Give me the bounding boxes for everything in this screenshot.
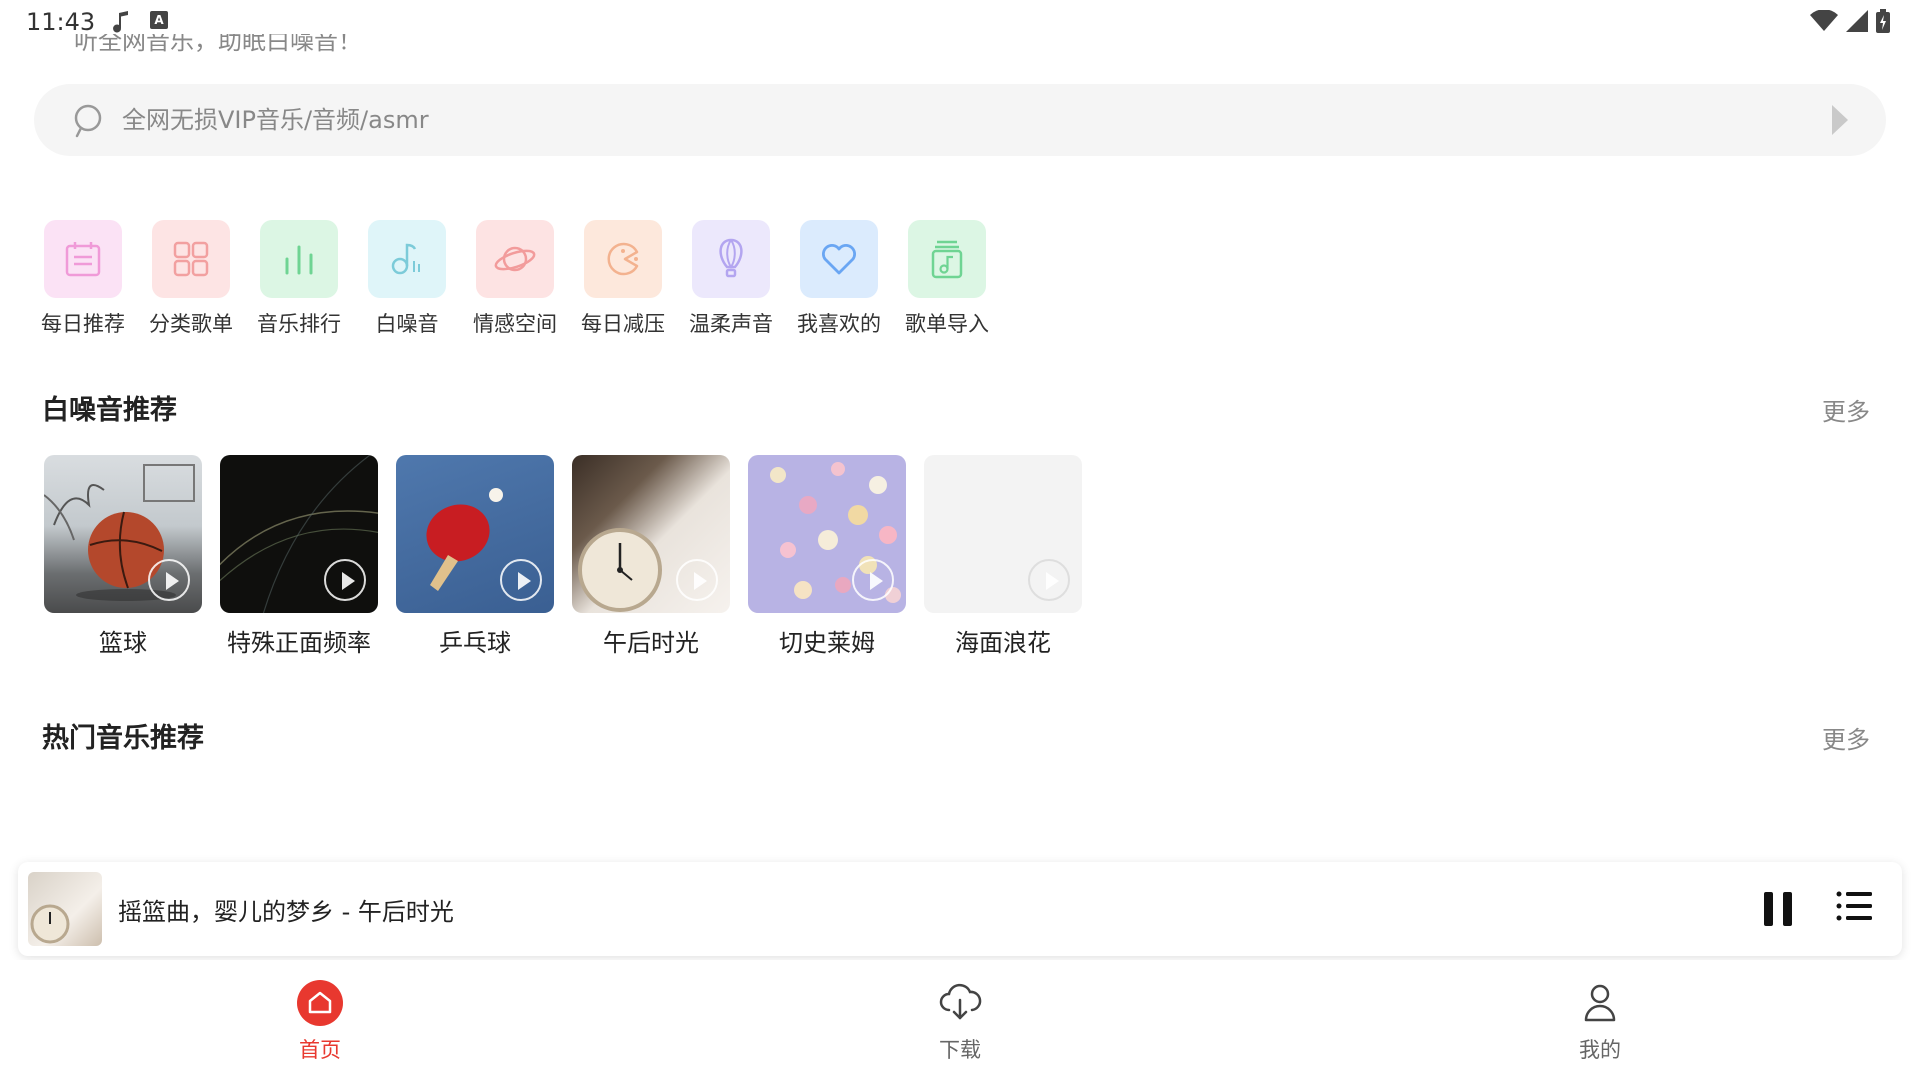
shortcut-tile [368,220,446,298]
alarm-clock-art [30,904,70,944]
shortcut-gentle-voice[interactable]: 温柔声音 [689,220,773,338]
balloon-icon [719,238,743,278]
status-time: 11:43 [26,8,96,36]
pause-button[interactable] [1764,892,1794,926]
nav-profile[interactable]: 我的 [1540,980,1660,1064]
play-icon [148,559,190,601]
shortcut-daily-recommend[interactable]: 每日推荐 [41,220,125,338]
shortcut-tile [692,220,770,298]
noise-card-label: 乒乓球 [439,629,511,657]
music-file-icon [931,240,963,279]
shortcut-label: 每日减压 [581,312,665,336]
nav-home[interactable]: 首页 [260,980,380,1064]
shortcut-label: 每日推荐 [41,312,125,336]
shortcut-label: 音乐排行 [257,312,341,336]
shortcut-my-favorites[interactable]: 我喜欢的 [797,220,881,338]
calendar-icon [65,242,101,277]
search-go-icon[interactable] [1832,105,1848,135]
user-icon [1584,984,1616,1022]
play-icon [500,559,542,601]
shortcut-tile [476,220,554,298]
shortcut-label: 分类歌单 [149,312,233,336]
shortcut-white-noise[interactable]: 白噪音 [368,220,446,338]
grid-icon [173,241,209,277]
nav-label: 下载 [939,1038,981,1062]
shortcut-tile [800,220,878,298]
shortcut-tile [44,220,122,298]
shortcut-label: 白噪音 [375,312,439,336]
noise-thumb [924,455,1082,613]
noise-card-special-frequency[interactable]: 特殊正面频率 [220,455,378,658]
status-icons [1810,8,1890,34]
noise-card-label: 篮球 [99,629,147,657]
noise-card-label: 切史莱姆 [779,629,875,657]
top-hint: 听全网音乐，助眠白噪音！ [74,34,362,55]
noise-thumb [44,455,202,613]
bars-icon [285,245,313,275]
hot-music-section-title: 热门音乐推荐 [42,723,204,754]
search-bar[interactable] [34,84,1886,156]
noise-thumb [748,455,906,613]
shortcut-label: 我喜欢的 [797,312,881,336]
shortcut-daily-destress[interactable]: 每日减压 [581,220,665,338]
bottom-nav: 首页 下载 我的 [0,960,1920,1080]
nav-label: 我的 [1579,1038,1621,1062]
wifi-icon [1810,10,1838,31]
search-input[interactable] [122,84,1722,156]
play-icon [676,559,718,601]
shortcut-label: 歌单导入 [905,312,989,336]
shortcut-label: 温柔声音 [689,312,773,336]
nav-label: 首页 [299,1038,341,1062]
music-note-icon [391,243,420,275]
hot-music-more-link[interactable]: 更多 [1822,720,1870,755]
noise-card-label: 海面浪花 [955,629,1051,657]
noise-thumb [572,455,730,613]
play-icon [324,559,366,601]
battery-icon [1876,9,1890,33]
shortcut-music-charts[interactable]: 音乐排行 [257,220,341,338]
noise-card-ping-pong[interactable]: 乒乓球 [396,455,554,658]
shortcut-label: 情感空间 [473,312,557,336]
keyboard-a-icon: A [150,11,168,29]
category-shortcuts: 每日推荐 分类歌单 音乐排行 白噪音 情感空间 每日减压 温柔声音 我喜欢的 歌… [41,220,989,338]
white-noise-list: 篮球 特殊正面频率 乒乓球 午后时光 切史莱姆 海面浪花 [44,455,1082,658]
noise-card-label: 午后时光 [603,629,699,657]
play-icon [852,559,894,601]
shortcut-emotion-space[interactable]: 情感空间 [473,220,557,338]
shortcut-tile [260,220,338,298]
noise-thumb [220,455,378,613]
signal-icon [1846,10,1868,32]
cloud-download-icon [939,983,982,1020]
noise-card-sea-waves[interactable]: 海面浪花 [924,455,1082,658]
white-noise-section-title: 白噪音推荐 [42,395,177,426]
white-noise-more-link[interactable]: 更多 [1822,392,1870,427]
shortcut-tile [908,220,986,298]
shortcut-category-playlists[interactable]: 分类歌单 [149,220,233,338]
now-playing-title: 摇篮曲，婴儿的梦乡 - 午后时光 [118,898,454,926]
planet-icon [494,246,536,272]
play-icon [1028,559,1070,601]
now-playing-cover [28,872,102,946]
noise-card-afternoon[interactable]: 午后时光 [572,455,730,658]
noise-card-label: 特殊正面频率 [227,629,371,657]
shortcut-tile [152,220,230,298]
mini-player[interactable]: 摇篮曲，婴儿的梦乡 - 午后时光 [18,862,1902,956]
heart-icon [822,244,856,275]
shortcut-tile [584,220,662,298]
pacman-icon [607,242,639,276]
noise-card-basketball[interactable]: 篮球 [44,455,202,658]
playlist-icon[interactable] [1836,890,1872,922]
noise-thumb [396,455,554,613]
nav-download[interactable]: 下载 [900,980,1020,1064]
music-note-icon [113,11,128,33]
noise-card-slime[interactable]: 切史莱姆 [748,455,906,658]
shortcut-import-playlist[interactable]: 歌单导入 [905,220,989,338]
search-icon [74,104,102,138]
home-icon [297,980,343,1026]
